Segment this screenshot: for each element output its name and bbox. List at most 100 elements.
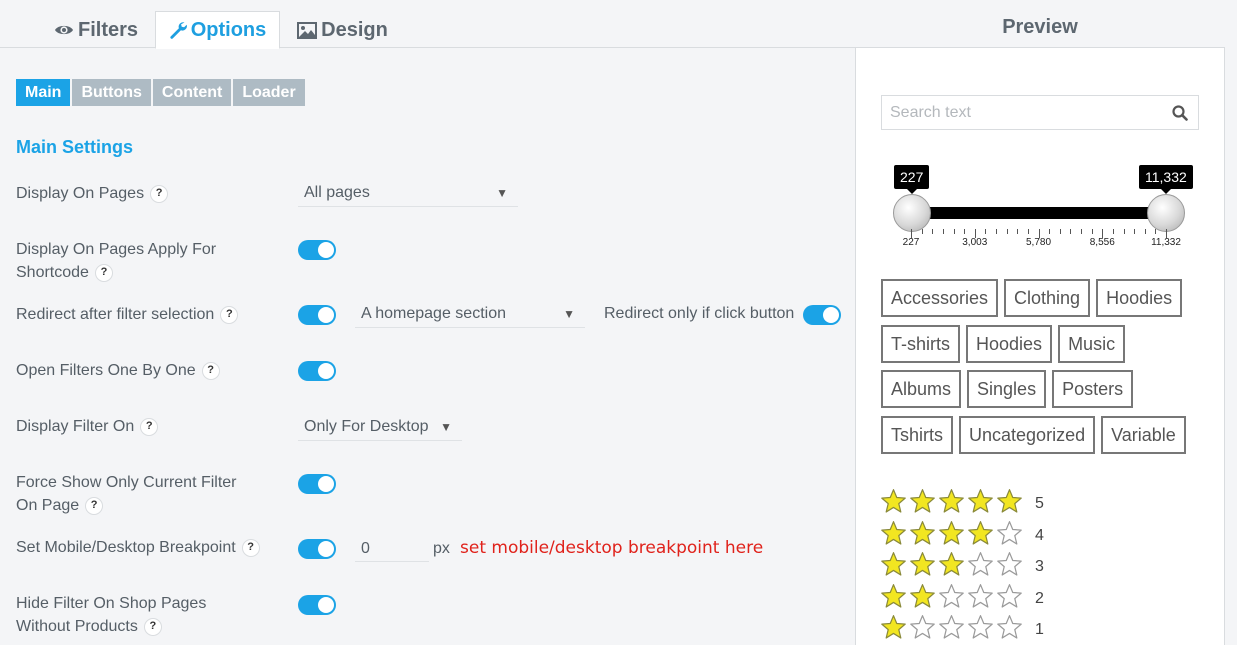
breakpoint-input[interactable] — [355, 536, 429, 562]
main-tab-bar: Filters Options Design — [0, 0, 855, 49]
price-range-slider: 227 11,332 227 3,003 5,780 8,556 11,332 — [876, 163, 1206, 253]
rating-row[interactable]: 4 — [880, 520, 1044, 552]
rating-stars — [880, 551, 1023, 583]
help-icon[interactable]: ? — [201, 361, 220, 380]
force-show-toggle[interactable] — [298, 474, 336, 494]
slider-tick — [1006, 229, 1008, 234]
rating-label: 2 — [1035, 589, 1044, 607]
star-filled-icon — [909, 551, 936, 583]
category-button[interactable]: T-shirts — [881, 325, 961, 363]
rating-stars — [880, 583, 1023, 615]
help-icon[interactable]: ? — [220, 305, 239, 324]
rating-row[interactable]: 1 — [880, 614, 1044, 645]
help-icon[interactable]: ? — [143, 617, 162, 636]
apply-shortcode-toggle[interactable] — [298, 240, 336, 260]
star-empty-icon — [996, 583, 1023, 615]
slider-tick — [1070, 229, 1072, 234]
open-one-by-one-text: Open Filters One By One — [16, 362, 196, 379]
slider-tick — [1134, 229, 1136, 234]
star-empty-icon — [996, 520, 1023, 552]
star-empty-icon — [938, 614, 965, 645]
star-filled-icon — [967, 520, 994, 552]
help-icon[interactable]: ? — [150, 184, 169, 203]
eye-icon — [54, 23, 74, 37]
help-icon[interactable]: ? — [241, 538, 260, 557]
star-filled-icon — [938, 488, 965, 520]
display-filter-on-value: Only For Desktop — [304, 418, 429, 435]
star-filled-icon — [880, 614, 907, 645]
category-button[interactable]: Albums — [881, 370, 962, 408]
open-one-by-one-toggle[interactable] — [298, 361, 336, 381]
rating-row[interactable]: 2 — [880, 583, 1044, 615]
force-show-text-line1: Force Show Only Current Filter — [16, 474, 237, 491]
breakpoint-unit: px — [433, 540, 450, 557]
redirect-only-click-toggle[interactable] — [803, 305, 841, 325]
section-title: Main Settings — [16, 137, 134, 157]
redirect-toggle[interactable] — [298, 305, 336, 325]
category-button[interactable]: Variable — [1101, 416, 1186, 454]
slider-max-handle[interactable] — [1147, 194, 1185, 232]
apply-shortcode-label: Display On Pages Apply For Shortcode? — [16, 238, 286, 284]
category-row: Tshirts Uncategorized Variable — [881, 416, 1186, 454]
tab-options[interactable]: Options — [155, 11, 280, 49]
slider-tick-labels: 227 3,003 5,780 8,556 11,332 — [876, 237, 1206, 251]
search-icon[interactable] — [1172, 105, 1188, 126]
image-icon — [297, 21, 318, 39]
category-button[interactable]: Hoodies — [1096, 279, 1183, 317]
redirect-only-click-label: Redirect only if click button — [604, 305, 795, 322]
tab-design[interactable]: Design — [285, 11, 400, 49]
star-filled-icon — [880, 488, 907, 520]
subtab-content[interactable]: Content — [152, 79, 232, 106]
subtab-loader[interactable]: Loader — [233, 79, 305, 106]
display-filter-on-label: Display Filter On? — [16, 415, 286, 438]
category-button[interactable]: Singles — [967, 370, 1047, 408]
category-button[interactable]: Tshirts — [881, 416, 954, 454]
slider-min-bubble: 227 — [894, 165, 930, 194]
preview-search-input[interactable] — [882, 96, 1162, 129]
rating-label: 5 — [1035, 495, 1044, 512]
help-icon[interactable]: ? — [140, 417, 159, 436]
slider-tick — [996, 229, 997, 234]
star-filled-icon — [996, 488, 1023, 520]
slider-tick — [1144, 229, 1146, 234]
redirect-value: A homepage section — [361, 305, 506, 322]
slider-tick — [1091, 229, 1093, 234]
star-filled-icon — [880, 520, 907, 552]
tab-filters[interactable]: Filters — [40, 11, 152, 49]
category-button[interactable]: Posters — [1052, 370, 1134, 408]
slider-tick — [964, 229, 966, 234]
star-filled-icon — [967, 488, 994, 520]
help-icon[interactable]: ? — [94, 263, 113, 282]
category-button[interactable]: Clothing — [1004, 279, 1091, 317]
redirect-text: Redirect after filter selection — [16, 306, 215, 323]
category-button[interactable]: Music — [1058, 325, 1126, 363]
rating-row[interactable]: 3 — [880, 551, 1044, 583]
breakpoint-toggle[interactable] — [298, 539, 336, 559]
dropdown-arrow-icon: ▼ — [440, 420, 452, 434]
preview-panel: 227 11,332 227 3,003 5,780 8,556 11,332 Acce… — [855, 47, 1225, 645]
force-show-label: Force Show Only Current Filter On Page? — [16, 471, 286, 517]
category-row: Albums Singles Posters — [881, 370, 1134, 408]
category-button[interactable]: Hoodies — [966, 325, 1053, 363]
hide-filter-toggle[interactable] — [298, 595, 336, 615]
rating-row[interactable]: 5 — [880, 488, 1044, 520]
slider-tick — [1081, 229, 1082, 234]
redirect-select[interactable]: A homepage section ▼ — [355, 302, 585, 328]
slider-track — [911, 207, 1166, 219]
subtab-main[interactable]: Main — [16, 79, 71, 106]
star-filled-icon — [938, 520, 965, 552]
hide-filter-label: Hide Filter On Shop Pages Without Produc… — [16, 592, 286, 638]
star-filled-icon — [880, 583, 907, 615]
display-on-pages-select[interactable]: All pages ▼ — [298, 181, 518, 207]
star-filled-icon — [909, 488, 936, 520]
category-button[interactable]: Uncategorized — [959, 416, 1096, 454]
subtab-buttons[interactable]: Buttons — [72, 79, 151, 106]
slider-tick — [1123, 229, 1125, 234]
rating-label: 4 — [1035, 526, 1044, 544]
slider-tick — [985, 229, 987, 234]
slider-min-handle[interactable] — [893, 194, 931, 232]
category-button[interactable]: Accessories — [881, 279, 999, 317]
help-icon[interactable]: ? — [85, 496, 104, 515]
star-empty-icon — [967, 614, 994, 645]
display-filter-on-select[interactable]: Only For Desktop ▼ — [298, 415, 462, 441]
